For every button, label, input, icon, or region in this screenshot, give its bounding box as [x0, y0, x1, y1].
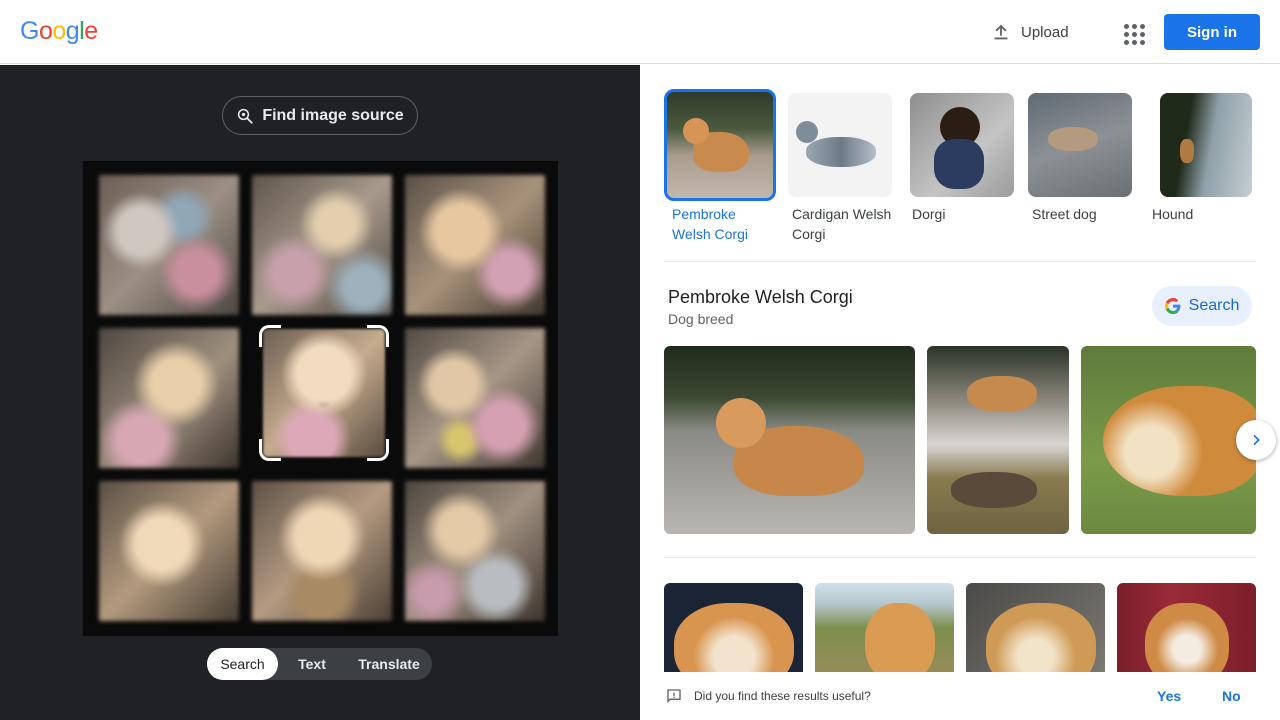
- result-image[interactable]: [664, 583, 803, 683]
- carousel-next-button[interactable]: [1236, 420, 1276, 460]
- dog-image: [806, 137, 876, 167]
- dog-image: [951, 472, 1037, 508]
- results-panel: Pembroke Welsh Corgi Cardigan Welsh Corg…: [640, 65, 1280, 720]
- mode-search-tab[interactable]: Search: [207, 648, 278, 680]
- dog-head: [716, 398, 766, 448]
- lens-image-panel: Find image source Search Text Translate: [0, 65, 640, 720]
- dog-head: [683, 118, 709, 144]
- entity-subtitle: Dog breed: [668, 311, 734, 327]
- dog-image: [865, 603, 935, 683]
- collage-tile: [405, 328, 545, 468]
- result-image[interactable]: [1081, 346, 1256, 534]
- dog-image: [986, 603, 1096, 683]
- find-source-label: Find image source: [262, 106, 404, 124]
- apps-grid-icon[interactable]: [1118, 17, 1146, 45]
- lens-search-icon: [238, 108, 253, 124]
- dog-image: [1048, 127, 1098, 151]
- crop-handle-bottom-right[interactable]: [367, 439, 389, 461]
- collage-tile: [99, 328, 239, 468]
- dog-head: [796, 121, 818, 143]
- google-search-button[interactable]: Search: [1152, 286, 1252, 326]
- dog-image: [1145, 603, 1229, 683]
- section-divider: [664, 557, 1256, 558]
- crop-handle-top-right[interactable]: [367, 325, 389, 347]
- crop-selection[interactable]: [259, 325, 389, 461]
- selected-region: [263, 329, 385, 457]
- collage-tile: [405, 481, 545, 621]
- upload-label: Upload: [1021, 23, 1069, 41]
- feedback-yes-button[interactable]: Yes: [1157, 688, 1181, 704]
- result-image[interactable]: [927, 346, 1069, 534]
- match-thumb-pembroke[interactable]: [664, 89, 776, 201]
- collage-tile: [99, 175, 239, 315]
- collage-tile: [405, 175, 545, 315]
- dog-image: [674, 603, 794, 683]
- match-label[interactable]: Dorgi: [912, 204, 945, 224]
- sign-in-button[interactable]: Sign in: [1164, 14, 1260, 50]
- feedback-bar: Did you find these results useful? Yes N…: [640, 672, 1280, 720]
- lens-mode-switch: Search Text Translate: [207, 648, 432, 680]
- upload-icon: [994, 24, 1008, 40]
- mode-translate-tab[interactable]: Translate: [346, 648, 432, 680]
- logo-letter: o: [38, 17, 53, 45]
- upload-button[interactable]: Upload: [990, 16, 1069, 48]
- match-label[interactable]: Hound: [1152, 204, 1193, 224]
- dog-image: [967, 376, 1037, 412]
- top-bar: Google Upload Sign in: [0, 0, 1280, 64]
- mode-text-tab[interactable]: Text: [278, 648, 346, 680]
- match-thumb-hound[interactable]: [1160, 93, 1252, 197]
- match-thumb-dorgi[interactable]: [910, 93, 1014, 197]
- result-image[interactable]: [664, 346, 915, 534]
- collage-tile: [99, 481, 239, 621]
- match-label[interactable]: Pembroke Welsh Corgi: [672, 204, 772, 244]
- match-thumb-street-dog[interactable]: [1028, 93, 1132, 197]
- crop-handle-bottom-left[interactable]: [259, 439, 281, 461]
- logo-letter: e: [84, 17, 98, 45]
- dog-body: [934, 139, 984, 189]
- find-image-source-button[interactable]: Find image source: [222, 96, 418, 135]
- logo-letter: o: [52, 17, 66, 45]
- dog-image: [1180, 139, 1194, 163]
- result-image[interactable]: [815, 583, 954, 683]
- google-search-label: Search: [1188, 297, 1240, 314]
- chevron-right-icon: [1253, 434, 1260, 446]
- google-g-icon: [1164, 298, 1181, 314]
- collage-tile: [252, 175, 392, 315]
- match-label[interactable]: Cardigan Welsh Corgi: [792, 204, 892, 244]
- query-image[interactable]: [83, 161, 558, 636]
- logo-letter: G: [20, 17, 39, 45]
- google-logo[interactable]: Google: [20, 17, 98, 46]
- match-thumb-cardigan[interactable]: [788, 93, 892, 197]
- collage-tile: [252, 481, 392, 621]
- result-image[interactable]: [1117, 583, 1256, 683]
- dog-image: [1103, 386, 1256, 496]
- entity-title[interactable]: Pembroke Welsh Corgi: [668, 287, 853, 308]
- match-label[interactable]: Street dog: [1032, 204, 1097, 224]
- result-image[interactable]: [966, 583, 1105, 683]
- feedback-no-button[interactable]: No: [1222, 688, 1241, 704]
- section-divider: [664, 261, 1256, 262]
- feedback-question: Did you find these results useful?: [694, 689, 871, 703]
- crop-handle-top-left[interactable]: [259, 325, 281, 347]
- feedback-icon: [667, 689, 681, 703]
- logo-letter: g: [65, 17, 80, 45]
